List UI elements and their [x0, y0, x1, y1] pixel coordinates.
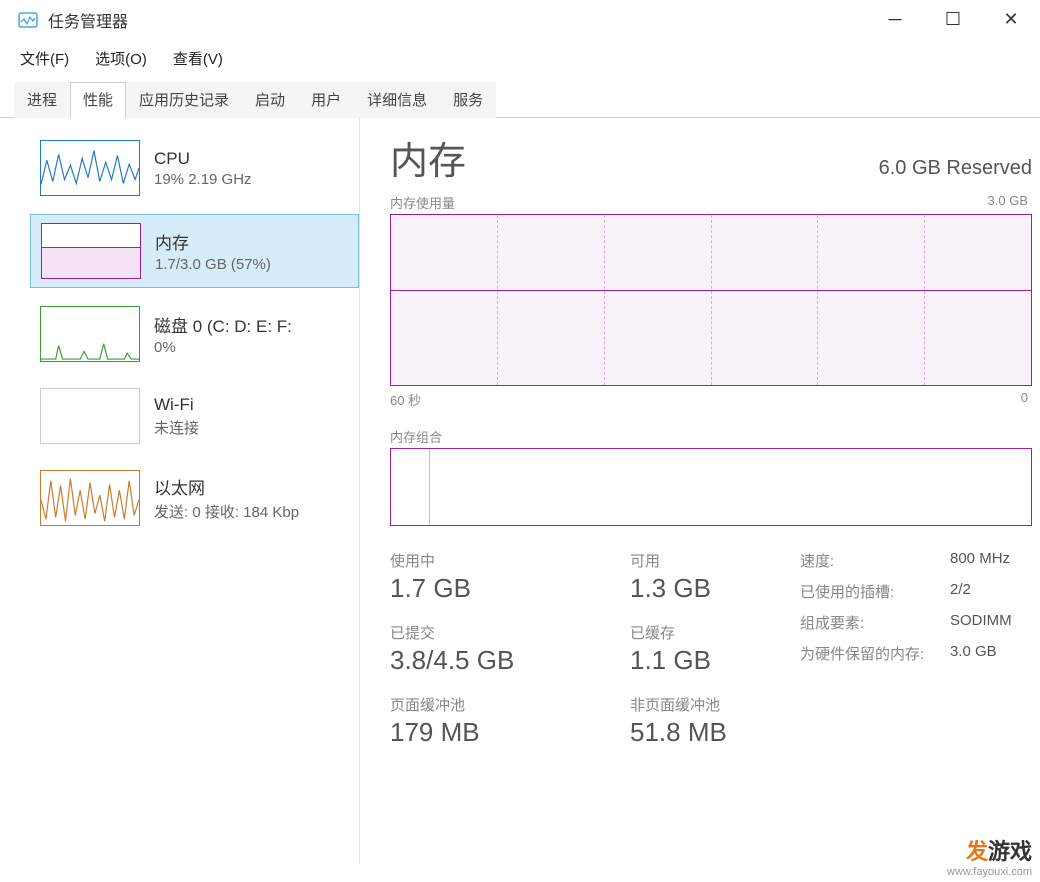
watermark-url: www.fayouxi.com — [947, 866, 1032, 878]
ethernet-title: 以太网 — [154, 474, 299, 499]
wifi-title: Wi-Fi — [154, 395, 199, 415]
disk-title: 磁盘 0 (C: D: E: F: — [154, 312, 292, 337]
available-label: 可用 — [630, 550, 760, 571]
cpu-subtitle: 19% 2.19 GHz — [154, 171, 252, 188]
wifi-subtitle: 未连接 — [154, 417, 199, 438]
disk-subtitle: 0% — [154, 339, 292, 356]
content-area: CPU 19% 2.19 GHz 内存 1.7/3.0 GB (57%) 磁盘 … — [0, 118, 1040, 864]
form-value: SODIMM — [950, 612, 1012, 633]
tab-processes[interactable]: 进程 — [14, 82, 70, 118]
cached-value: 1.1 GB — [630, 645, 760, 676]
available-value: 1.3 GB — [630, 573, 760, 604]
close-button[interactable]: ✕ — [982, 0, 1040, 40]
sidebar-item-memory[interactable]: 内存 1.7/3.0 GB (57%) — [30, 214, 359, 288]
memory-detail-panel: 内存 6.0 GB Reserved 内存使用量 3.0 GB 60 秒 0 内… — [360, 118, 1040, 864]
hw-reserved-label: 为硬件保留的内存: — [800, 643, 950, 664]
committed-label: 已提交 — [390, 622, 590, 643]
committed-value: 3.8/4.5 GB — [390, 645, 590, 676]
task-manager-icon — [18, 10, 38, 30]
form-label: 组成要素: — [800, 612, 950, 633]
hw-reserved-value: 3.0 GB — [950, 643, 997, 664]
tab-startup[interactable]: 启动 — [242, 82, 298, 118]
titlebar: 任务管理器 ─ ☐ ✕ — [0, 0, 1040, 40]
composition-label: 内存组合 — [390, 427, 442, 446]
memory-usage-chart[interactable] — [390, 214, 1032, 386]
watermark: 发游戏 www.fayouxi.com — [947, 834, 1032, 878]
paged-label: 页面缓冲池 — [390, 694, 590, 715]
speed-label: 速度: — [800, 550, 950, 571]
memory-composition-chart[interactable] — [390, 448, 1032, 526]
memory-stats: 使用中 1.7 GB 已提交 3.8/4.5 GB 页面缓冲池 179 MB 可… — [390, 550, 1032, 766]
tab-services[interactable]: 服务 — [440, 82, 496, 118]
menu-file[interactable]: 文件(F) — [14, 46, 75, 71]
disk-thumbnail-graph — [40, 306, 140, 362]
tab-users[interactable]: 用户 — [298, 82, 354, 118]
memory-reserved: 6.0 GB Reserved — [879, 157, 1032, 180]
menu-options[interactable]: 选项(O) — [89, 46, 153, 71]
timeline-right: 0 — [1021, 390, 1028, 409]
performance-sidebar: CPU 19% 2.19 GHz 内存 1.7/3.0 GB (57%) 磁盘 … — [0, 118, 360, 864]
slots-label: 已使用的插槽: — [800, 581, 950, 602]
paged-value: 179 MB — [390, 717, 590, 748]
nonpaged-label: 非页面缓冲池 — [630, 694, 760, 715]
tab-details[interactable]: 详细信息 — [354, 82, 440, 118]
memory-thumbnail-graph — [41, 223, 141, 279]
sidebar-item-wifi[interactable]: Wi-Fi 未连接 — [30, 380, 359, 452]
tab-performance[interactable]: 性能 — [70, 82, 126, 118]
window-controls: ─ ☐ ✕ — [866, 0, 1040, 40]
minimize-button[interactable]: ─ — [866, 0, 924, 40]
wifi-thumbnail-graph — [40, 388, 140, 444]
maximize-button[interactable]: ☐ — [924, 0, 982, 40]
ethernet-subtitle: 发送: 0 接收: 184 Kbp — [154, 501, 299, 522]
tab-history[interactable]: 应用历史记录 — [126, 82, 242, 118]
sidebar-item-cpu[interactable]: CPU 19% 2.19 GHz — [30, 132, 359, 204]
menu-view[interactable]: 查看(V) — [167, 46, 229, 71]
menubar: 文件(F) 选项(O) 查看(V) — [0, 40, 1040, 81]
memory-subtitle: 1.7/3.0 GB (57%) — [155, 256, 271, 273]
memory-title: 内存 — [155, 229, 271, 254]
timeline-left: 60 秒 — [390, 390, 421, 409]
in-use-label: 使用中 — [390, 550, 590, 571]
nonpaged-value: 51.8 MB — [630, 717, 760, 748]
usage-chart-label: 内存使用量 — [390, 193, 455, 212]
cpu-title: CPU — [154, 149, 252, 169]
sidebar-item-ethernet[interactable]: 以太网 发送: 0 接收: 184 Kbp — [30, 462, 359, 534]
ethernet-thumbnail-graph — [40, 470, 140, 526]
cached-label: 已缓存 — [630, 622, 760, 643]
cpu-thumbnail-graph — [40, 140, 140, 196]
speed-value: 800 MHz — [950, 550, 1010, 571]
slots-value: 2/2 — [950, 581, 971, 602]
tabbar: 进程 性能 应用历史记录 启动 用户 详细信息 服务 — [0, 81, 1040, 118]
in-use-value: 1.7 GB — [390, 573, 590, 604]
window-title: 任务管理器 — [48, 8, 128, 32]
sidebar-item-disk[interactable]: 磁盘 0 (C: D: E: F: 0% — [30, 298, 359, 370]
page-title: 内存 — [390, 130, 466, 185]
usage-chart-max: 3.0 GB — [988, 193, 1028, 212]
